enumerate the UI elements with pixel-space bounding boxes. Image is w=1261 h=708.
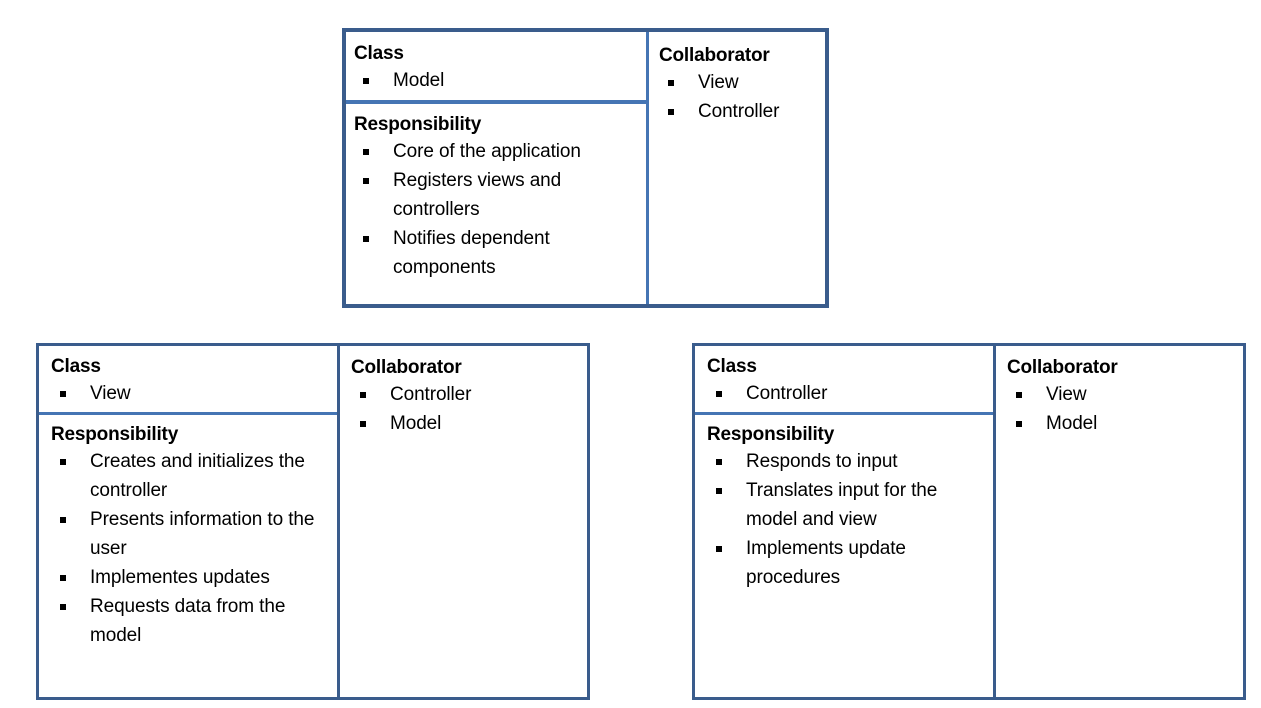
collaborator-column: Collaborator View Controller <box>649 32 825 304</box>
square-bullet-icon <box>716 546 722 552</box>
responsibility-item: Registers views and controllers <box>354 166 646 224</box>
collaborator-item: Controller <box>659 97 825 126</box>
responsibility-item-label: Registers views and controllers <box>393 170 562 220</box>
square-bullet-icon <box>60 575 66 581</box>
class-item-label: Controller <box>746 383 828 404</box>
responsibility-item: Responds to input <box>707 447 993 476</box>
crc-card-diagram: { "diagram": { "title": "MVC CRC Cards",… <box>0 0 1261 708</box>
responsibility-section: Responsibility Responds to input Transla… <box>695 415 993 697</box>
responsibility-heading: Responsibility <box>707 424 835 445</box>
square-bullet-icon <box>668 80 674 86</box>
square-bullet-icon <box>360 392 366 398</box>
class-heading: Class <box>51 356 101 377</box>
square-bullet-icon <box>60 604 66 610</box>
class-item-list: View <box>51 379 337 408</box>
class-responsibility-column: Class Model Responsibility Core of the a… <box>346 32 649 304</box>
responsibility-item: Translates input for the model and view <box>707 476 993 534</box>
crc-card-model: Class Model Responsibility Core of the a… <box>342 28 829 308</box>
responsibility-item-label: Implements update procedures <box>746 538 906 588</box>
collaborator-list: Controller Model <box>351 380 587 438</box>
responsibility-section: Responsibility Core of the application R… <box>346 104 646 304</box>
class-section: Class Model <box>346 32 646 104</box>
responsibility-list: Core of the application Registers views … <box>354 137 646 282</box>
responsibility-item-label: Notifies dependent components <box>393 228 550 278</box>
responsibility-item: Implements update procedures <box>707 534 993 592</box>
responsibility-item: Implementes updates <box>51 563 337 592</box>
collaborator-item-label: Model <box>1046 413 1098 434</box>
square-bullet-icon <box>360 421 366 427</box>
class-item: Model <box>354 66 646 95</box>
class-heading: Class <box>707 356 757 377</box>
responsibility-item: Requests data from the model <box>51 592 337 650</box>
class-responsibility-column: Class View Responsibility Creates and in… <box>39 346 340 697</box>
collaborator-heading: Collaborator <box>659 45 770 66</box>
responsibility-item: Presents information to the user <box>51 505 337 563</box>
responsibility-item-label: Responds to input <box>746 451 898 472</box>
responsibility-item-label: Implementes updates <box>90 567 270 588</box>
responsibility-item-label: Presents information to the user <box>90 509 315 559</box>
class-item-list: Controller <box>707 379 993 408</box>
square-bullet-icon <box>60 517 66 523</box>
square-bullet-icon <box>716 488 722 494</box>
responsibility-list: Creates and initializes the controller P… <box>51 447 337 650</box>
square-bullet-icon <box>60 459 66 465</box>
square-bullet-icon <box>363 236 369 242</box>
collaborator-heading: Collaborator <box>351 357 462 378</box>
collaborator-item-label: Model <box>390 413 442 434</box>
square-bullet-icon <box>1016 392 1022 398</box>
responsibility-item-label: Requests data from the model <box>90 596 286 646</box>
class-section: Class Controller <box>695 346 993 415</box>
class-item: View <box>51 379 337 408</box>
square-bullet-icon <box>716 459 722 465</box>
class-section: Class View <box>39 346 337 415</box>
responsibility-item: Core of the application <box>354 137 646 166</box>
responsibility-item-label: Core of the application <box>393 141 581 162</box>
class-item-label: Model <box>393 70 445 91</box>
square-bullet-icon <box>363 78 369 84</box>
responsibility-heading: Responsibility <box>51 424 179 445</box>
collaborator-item: Model <box>1007 409 1243 438</box>
class-item: Controller <box>707 379 993 408</box>
crc-card-controller: Class Controller Responsibility Responds… <box>692 343 1246 700</box>
responsibility-section: Responsibility Creates and initializes t… <box>39 415 337 697</box>
collaborator-item: View <box>1007 380 1243 409</box>
responsibility-list: Responds to input Translates input for t… <box>707 447 993 592</box>
collaborator-item: Controller <box>351 380 587 409</box>
responsibility-heading: Responsibility <box>354 114 482 135</box>
responsibility-item: Creates and initializes the controller <box>51 447 337 505</box>
square-bullet-icon <box>668 109 674 115</box>
collaborator-list: View Controller <box>659 68 825 126</box>
collaborator-list: View Model <box>1007 380 1243 438</box>
square-bullet-icon <box>363 178 369 184</box>
class-item-list: Model <box>354 66 646 95</box>
collaborator-item: Model <box>351 409 587 438</box>
square-bullet-icon <box>363 149 369 155</box>
collaborator-column: Collaborator View Model <box>996 346 1243 697</box>
crc-card-view: Class View Responsibility Creates and in… <box>36 343 590 700</box>
collaborator-item-label: Controller <box>390 384 472 405</box>
square-bullet-icon <box>1016 421 1022 427</box>
collaborator-item: View <box>659 68 825 97</box>
responsibility-item-label: Translates input for the model and view <box>746 480 938 530</box>
collaborator-heading: Collaborator <box>1007 357 1118 378</box>
collaborator-column: Collaborator Controller Model <box>340 346 587 697</box>
square-bullet-icon <box>60 391 66 397</box>
class-heading: Class <box>354 43 404 64</box>
collaborator-item-label: Controller <box>698 101 780 122</box>
collaborator-item-label: View <box>1046 384 1087 405</box>
responsibility-item-label: Creates and initializes the controller <box>90 451 305 501</box>
square-bullet-icon <box>716 391 722 397</box>
class-responsibility-column: Class Controller Responsibility Responds… <box>695 346 996 697</box>
class-item-label: View <box>90 383 131 404</box>
responsibility-item: Notifies dependent components <box>354 224 646 282</box>
collaborator-item-label: View <box>698 72 739 93</box>
